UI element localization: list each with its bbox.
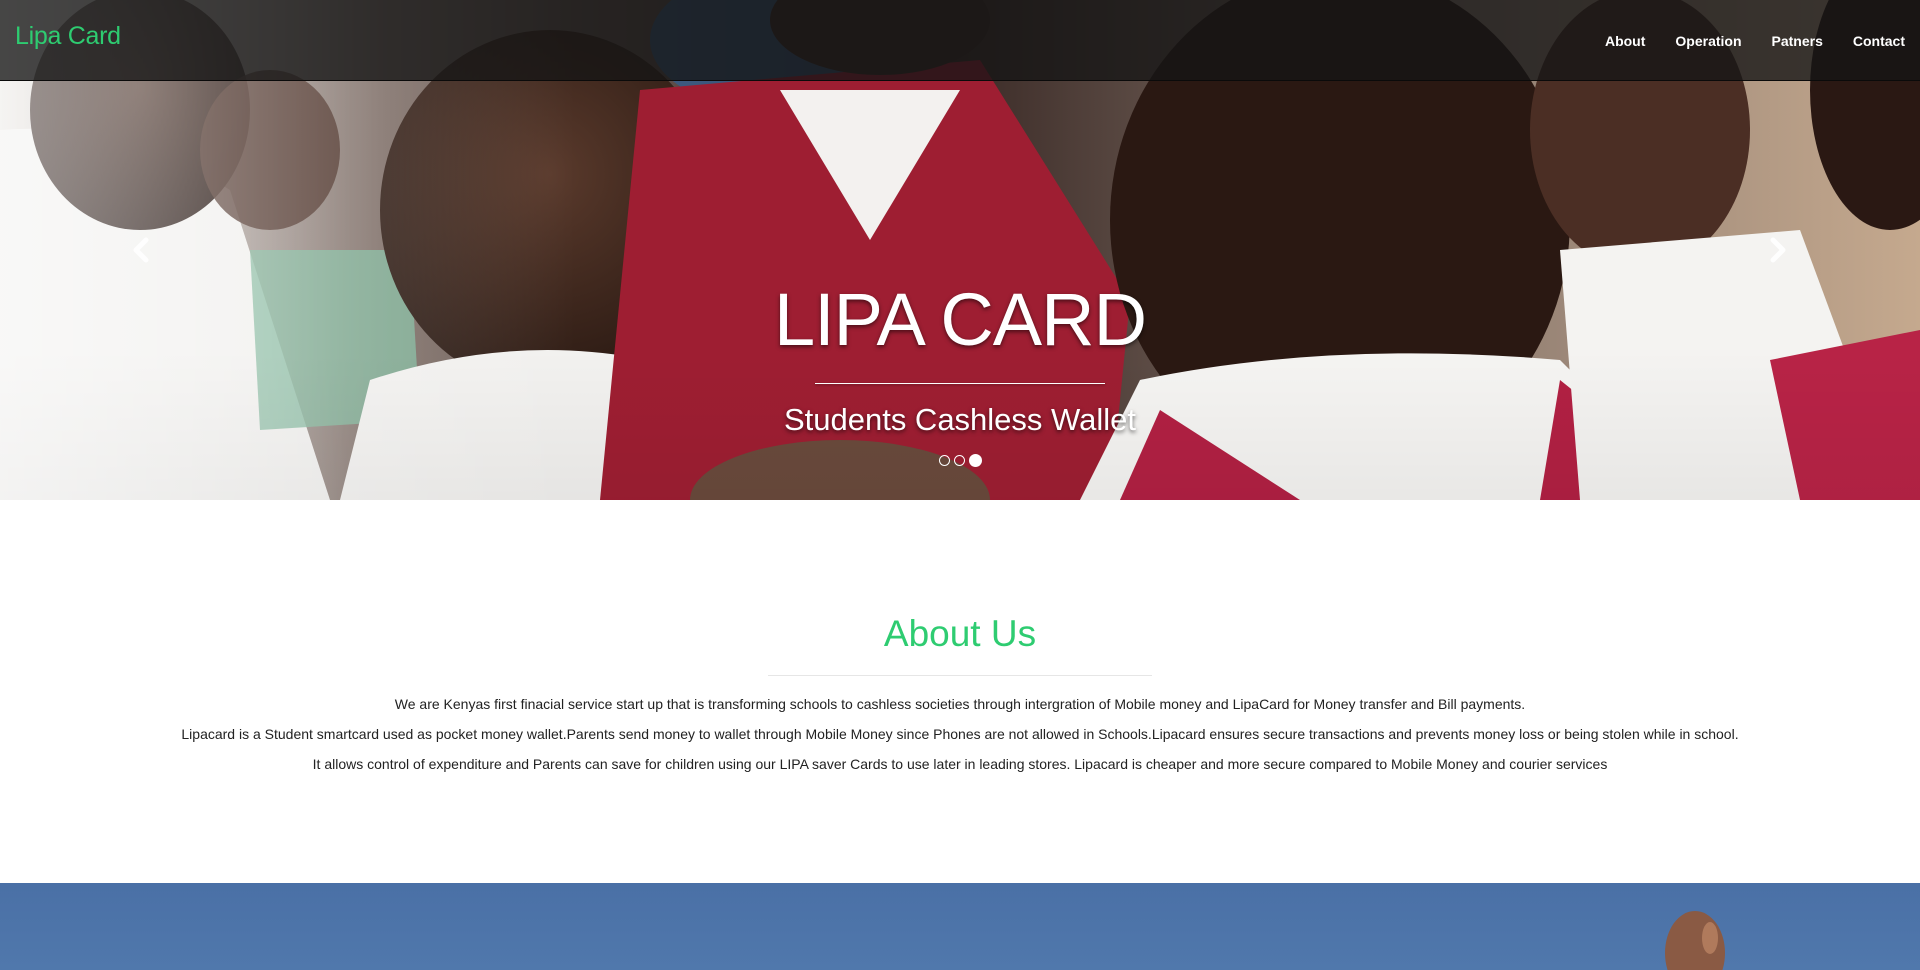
about-divider (768, 675, 1152, 676)
sky-photo (1665, 911, 1725, 970)
brand-logo-link[interactable]: Lipa Card (15, 22, 121, 51)
hero-subtitle: Students Cashless Wallet (783, 402, 1137, 437)
about-paragraph: We are Kenyas first finacial service sta… (394, 696, 1526, 712)
carousel-indicator-2[interactable] (953, 455, 965, 466)
about-text: We are Kenyas first finacial service sta… (0, 696, 1920, 786)
nav-link-about[interactable]: About (1590, 33, 1660, 49)
nav-links: About Operation Patners Contact (1590, 0, 1920, 81)
hero-divider (815, 383, 1105, 384)
chevron-left-icon (133, 237, 149, 263)
carousel-next-button[interactable] (1757, 230, 1797, 270)
about-paragraph: Lipacard is a Student smartcard used as … (181, 726, 1739, 742)
nav-link-patners[interactable]: Patners (1757, 33, 1838, 49)
carousel-indicator-3[interactable] (968, 454, 982, 467)
nav-link-operation[interactable]: Operation (1660, 33, 1756, 49)
carousel-indicator-1[interactable] (938, 455, 950, 466)
carousel-indicators (0, 454, 1920, 467)
chevron-right-icon (1770, 237, 1786, 263)
hero-caption: LIPA CARD Students Cashless Wallet (0, 275, 1920, 438)
nav-link-contact[interactable]: Contact (1838, 33, 1920, 49)
about-title: About Us (883, 613, 1037, 654)
about-section: About Us We are Kenyas first finacial se… (0, 500, 1920, 883)
carousel-prev-button[interactable] (122, 230, 162, 270)
top-navbar: Lipa Card About Operation Patners Contac… (0, 0, 1920, 81)
hero-title: LIPA CARD (773, 278, 1147, 361)
about-paragraph: It allows control of expenditure and Par… (312, 756, 1608, 772)
operation-section-background (0, 883, 1920, 970)
